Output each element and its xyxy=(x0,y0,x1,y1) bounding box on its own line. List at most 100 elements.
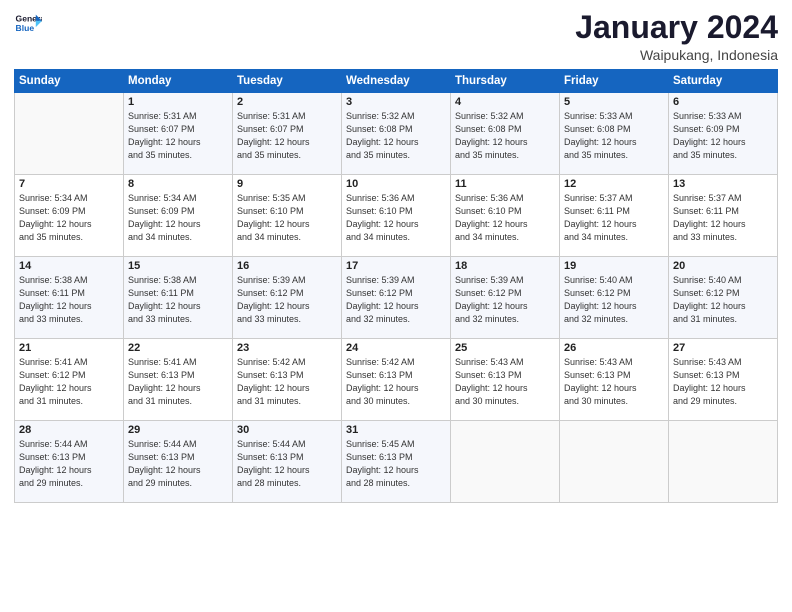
day-number: 17 xyxy=(346,260,446,272)
day-number: 12 xyxy=(564,178,664,190)
calendar-day-cell: 1 Sunrise: 5:31 AM Sunset: 6:07 PM Daylig… xyxy=(124,93,233,175)
calendar-day-cell: 26 Sunrise: 5:43 AM Sunset: 6:13 PM Dayli… xyxy=(560,339,669,421)
day-info: Sunrise: 5:43 AM Sunset: 6:13 PM Dayligh… xyxy=(455,356,555,408)
calendar-day-cell: 6 Sunrise: 5:33 AM Sunset: 6:09 PM Daylig… xyxy=(669,93,778,175)
calendar-day-cell: 18 Sunrise: 5:39 AM Sunset: 6:12 PM Dayli… xyxy=(451,257,560,339)
calendar-day-cell xyxy=(15,93,124,175)
calendar-day-cell xyxy=(560,421,669,503)
calendar-day-cell: 2 Sunrise: 5:31 AM Sunset: 6:07 PM Daylig… xyxy=(233,93,342,175)
day-info: Sunrise: 5:40 AM Sunset: 6:12 PM Dayligh… xyxy=(564,274,664,326)
day-number: 20 xyxy=(673,260,773,272)
day-number: 23 xyxy=(237,342,337,354)
day-info: Sunrise: 5:43 AM Sunset: 6:13 PM Dayligh… xyxy=(564,356,664,408)
day-info: Sunrise: 5:33 AM Sunset: 6:09 PM Dayligh… xyxy=(673,110,773,162)
calendar-day-cell: 15 Sunrise: 5:38 AM Sunset: 6:11 PM Dayli… xyxy=(124,257,233,339)
day-number: 30 xyxy=(237,424,337,436)
calendar-day-cell: 25 Sunrise: 5:43 AM Sunset: 6:13 PM Dayli… xyxy=(451,339,560,421)
calendar-day-cell: 11Sunrise: 5:36 AM Sunset: 6:10 PM Dayli… xyxy=(451,175,560,257)
calendar-day-cell: 19 Sunrise: 5:40 AM Sunset: 6:12 PM Dayli… xyxy=(560,257,669,339)
day-info: Sunrise: 5:41 AM Sunset: 6:12 PM Dayligh… xyxy=(19,356,119,408)
day-number: 16 xyxy=(237,260,337,272)
day-info: Sunrise: 5:31 AM Sunset: 6:07 PM Dayligh… xyxy=(128,110,228,162)
day-info: Sunrise: 5:39 AM Sunset: 6:12 PM Dayligh… xyxy=(455,274,555,326)
day-info: Sunrise: 5:33 AM Sunset: 6:08 PM Dayligh… xyxy=(564,110,664,162)
day-info: Sunrise: 5:39 AM Sunset: 6:12 PM Dayligh… xyxy=(237,274,337,326)
day-info: Sunrise: 5:38 AM Sunset: 6:11 PM Dayligh… xyxy=(128,274,228,326)
calendar-day-cell: 10 Sunrise: 5:36 AM Sunset: 6:10 PM Dayli… xyxy=(342,175,451,257)
calendar-week-row: 7Sunrise: 5:34 AM Sunset: 6:09 PM Daylig… xyxy=(15,175,778,257)
day-info: Sunrise: 5:34 AM Sunset: 6:09 PM Dayligh… xyxy=(19,192,119,244)
day-number: 5 xyxy=(564,96,664,108)
day-number: 2 xyxy=(237,96,337,108)
calendar-day-cell: 31 Sunrise: 5:45 AM Sunset: 6:13 PM Dayli… xyxy=(342,421,451,503)
calendar-day-cell: 28 Sunrise: 5:44 AM Sunset: 6:13 PM Dayli… xyxy=(15,421,124,503)
calendar-day-cell xyxy=(669,421,778,503)
calendar-day-cell: 14Sunrise: 5:38 AM Sunset: 6:11 PM Dayli… xyxy=(15,257,124,339)
day-info: Sunrise: 5:40 AM Sunset: 6:12 PM Dayligh… xyxy=(673,274,773,326)
day-number: 1 xyxy=(128,96,228,108)
day-number: 13 xyxy=(673,178,773,190)
day-info: Sunrise: 5:35 AM Sunset: 6:10 PM Dayligh… xyxy=(237,192,337,244)
weekday-header-cell: Friday xyxy=(560,70,669,93)
day-number: 31 xyxy=(346,424,446,436)
day-number: 15 xyxy=(128,260,228,272)
weekday-header-cell: Wednesday xyxy=(342,70,451,93)
calendar-day-cell: 8 Sunrise: 5:34 AM Sunset: 6:09 PM Daylig… xyxy=(124,175,233,257)
day-number: 26 xyxy=(564,342,664,354)
day-info: Sunrise: 5:45 AM Sunset: 6:13 PM Dayligh… xyxy=(346,438,446,490)
logo: General Blue xyxy=(14,10,42,38)
day-number: 25 xyxy=(455,342,555,354)
weekday-header-cell: Saturday xyxy=(669,70,778,93)
calendar-header: SundayMondayTuesdayWednesdayThursdayFrid… xyxy=(15,70,778,93)
day-info: Sunrise: 5:44 AM Sunset: 6:13 PM Dayligh… xyxy=(19,438,119,490)
calendar-day-cell xyxy=(451,421,560,503)
weekday-header-cell: Monday xyxy=(124,70,233,93)
day-number: 21 xyxy=(19,342,119,354)
day-number: 3 xyxy=(346,96,446,108)
calendar-day-cell: 30Sunrise: 5:44 AM Sunset: 6:13 PM Dayli… xyxy=(233,421,342,503)
weekday-header-cell: Sunday xyxy=(15,70,124,93)
day-number: 29 xyxy=(128,424,228,436)
day-info: Sunrise: 5:36 AM Sunset: 6:10 PM Dayligh… xyxy=(346,192,446,244)
day-number: 9 xyxy=(237,178,337,190)
calendar-day-cell: 4 Sunrise: 5:32 AM Sunset: 6:08 PM Daylig… xyxy=(451,93,560,175)
day-number: 4 xyxy=(455,96,555,108)
day-number: 28 xyxy=(19,424,119,436)
calendar-day-cell: 3 Sunrise: 5:32 AM Sunset: 6:08 PM Daylig… xyxy=(342,93,451,175)
month-title: January 2024 xyxy=(575,10,778,45)
calendar-table: SundayMondayTuesdayWednesdayThursdayFrid… xyxy=(14,69,778,503)
day-number: 8 xyxy=(128,178,228,190)
day-number: 6 xyxy=(673,96,773,108)
day-info: Sunrise: 5:42 AM Sunset: 6:13 PM Dayligh… xyxy=(346,356,446,408)
location-title: Waipukang, Indonesia xyxy=(575,47,778,63)
calendar-day-cell: 16 Sunrise: 5:39 AM Sunset: 6:12 PM Dayli… xyxy=(233,257,342,339)
calendar-day-cell: 12Sunrise: 5:37 AM Sunset: 6:11 PM Dayli… xyxy=(560,175,669,257)
calendar-day-cell: 13 Sunrise: 5:37 AM Sunset: 6:11 PM Dayli… xyxy=(669,175,778,257)
day-info: Sunrise: 5:34 AM Sunset: 6:09 PM Dayligh… xyxy=(128,192,228,244)
day-info: Sunrise: 5:42 AM Sunset: 6:13 PM Dayligh… xyxy=(237,356,337,408)
svg-text:Blue: Blue xyxy=(16,23,35,33)
day-info: Sunrise: 5:39 AM Sunset: 6:12 PM Dayligh… xyxy=(346,274,446,326)
day-number: 18 xyxy=(455,260,555,272)
calendar-day-cell: 21 Sunrise: 5:41 AM Sunset: 6:12 PM Dayli… xyxy=(15,339,124,421)
calendar-week-row: 1 Sunrise: 5:31 AM Sunset: 6:07 PM Daylig… xyxy=(15,93,778,175)
day-info: Sunrise: 5:43 AM Sunset: 6:13 PM Dayligh… xyxy=(673,356,773,408)
day-number: 11 xyxy=(455,178,555,190)
day-info: Sunrise: 5:37 AM Sunset: 6:11 PM Dayligh… xyxy=(673,192,773,244)
weekday-header-row: SundayMondayTuesdayWednesdayThursdayFrid… xyxy=(15,70,778,93)
day-number: 10 xyxy=(346,178,446,190)
title-area: January 2024 Waipukang, Indonesia xyxy=(575,10,778,63)
day-info: Sunrise: 5:44 AM Sunset: 6:13 PM Dayligh… xyxy=(128,438,228,490)
day-number: 19 xyxy=(564,260,664,272)
day-info: Sunrise: 5:38 AM Sunset: 6:11 PM Dayligh… xyxy=(19,274,119,326)
day-info: Sunrise: 5:32 AM Sunset: 6:08 PM Dayligh… xyxy=(455,110,555,162)
calendar-week-row: 28 Sunrise: 5:44 AM Sunset: 6:13 PM Dayli… xyxy=(15,421,778,503)
day-info: Sunrise: 5:31 AM Sunset: 6:07 PM Dayligh… xyxy=(237,110,337,162)
weekday-header-cell: Tuesday xyxy=(233,70,342,93)
day-info: Sunrise: 5:32 AM Sunset: 6:08 PM Dayligh… xyxy=(346,110,446,162)
calendar-day-cell: 23 Sunrise: 5:42 AM Sunset: 6:13 PM Dayli… xyxy=(233,339,342,421)
calendar-day-cell: 7Sunrise: 5:34 AM Sunset: 6:09 PM Daylig… xyxy=(15,175,124,257)
calendar-week-row: 21 Sunrise: 5:41 AM Sunset: 6:12 PM Dayli… xyxy=(15,339,778,421)
day-number: 24 xyxy=(346,342,446,354)
day-number: 22 xyxy=(128,342,228,354)
